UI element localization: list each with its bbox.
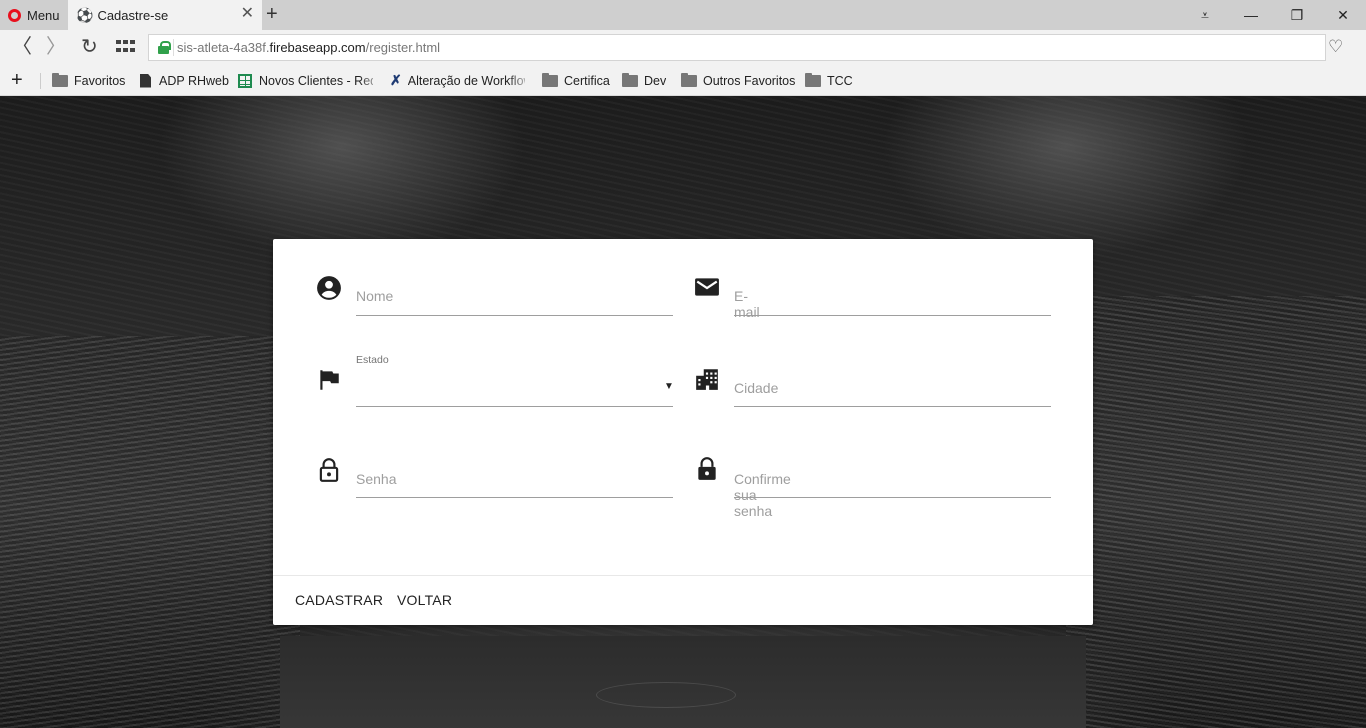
tab-close-icon[interactable]: ✕ (241, 6, 254, 22)
lock-icon (698, 457, 716, 480)
url-path: /register.html (365, 40, 441, 55)
estado-label: Estado (356, 354, 389, 366)
register-card: Nome E-mail Estado ▼ Cidade Senha Confir… (273, 239, 1093, 625)
add-bookmark-button[interactable]: + (11, 70, 23, 90)
secure-lock-icon (158, 41, 171, 54)
cidade-underline (734, 406, 1051, 407)
folder-icon (805, 72, 821, 87)
tab-bar: Menu ⚽ Cadastre-se ✕ + ⩡ — ❐ ✕ (0, 0, 1366, 30)
bookmark-label: TCC (827, 73, 853, 88)
folder-icon (622, 72, 638, 87)
address-bar: 〈 〉 ↻ sis-atleta-4a38f.firebaseapp.com/r… (0, 30, 1366, 66)
bookmark-heart-icon[interactable]: ♡ (1328, 38, 1343, 56)
menu-label: Menu (27, 7, 60, 23)
x-tool-icon: ✗ (390, 72, 402, 88)
nome-underline (356, 315, 673, 316)
close-window-button[interactable]: ✕ (1320, 0, 1366, 30)
url-field[interactable]: sis-atleta-4a38f.firebaseapp.com/registe… (148, 34, 1326, 61)
bookmark-label: ADP RHweb (159, 73, 229, 88)
bookmark-label: Alteração de Workflow (407, 73, 525, 88)
nome-placeholder: Nome (356, 288, 394, 304)
back-button[interactable]: 〈 (12, 37, 32, 57)
url-separator (173, 39, 174, 56)
forward-button[interactable]: 〉 (46, 37, 66, 57)
mail-icon (695, 278, 719, 296)
url-prefix: sis-atleta-4a38f. (177, 40, 270, 55)
senha-underline (356, 497, 673, 498)
account-circle-icon (317, 276, 341, 300)
minimize-button[interactable]: — (1228, 0, 1274, 30)
bookmark-label: Certifica (564, 73, 610, 88)
voltar-button[interactable]: VOLTAR (397, 592, 452, 608)
cadastrar-button[interactable]: CADASTRAR (295, 592, 383, 608)
stadium-stand-right (1066, 296, 1366, 728)
folder-icon (681, 72, 697, 87)
bookmark-tcc[interactable]: TCC (805, 66, 853, 95)
page-background: Nome E-mail Estado ▼ Cidade Senha Confir… (0, 96, 1366, 728)
confirmar-senha-placeholder: Confirme sua senha (734, 471, 791, 519)
opera-logo-icon (8, 8, 21, 22)
email-underline (734, 315, 1051, 316)
estado-underline (356, 406, 673, 407)
senha-placeholder: Senha (356, 471, 397, 487)
soccer-ball-icon: ⚽ (76, 7, 94, 23)
city-icon (696, 369, 718, 390)
tab-menu-icon[interactable]: ⩡ (1182, 0, 1228, 30)
lock-outline-icon (319, 458, 339, 482)
bookmark-adp-rhweb[interactable]: ADP RHweb (140, 66, 229, 95)
bookmarks-bar: + Favoritos ADP RHweb Novos Clientes - R… (0, 66, 1366, 96)
restore-button[interactable]: ❐ (1274, 0, 1320, 30)
tab-title: Cadastre-se (97, 7, 169, 23)
bookmark-favoritos[interactable]: Favoritos (52, 66, 125, 95)
cidade-placeholder: Cidade (734, 380, 779, 396)
speed-dial-icon[interactable] (116, 40, 135, 54)
bookmark-label: Favoritos (74, 73, 126, 88)
bookmark-label: Novos Clientes - Rede (259, 73, 373, 88)
bookmark-novos-clientes[interactable]: Novos Clientes - Rede (238, 66, 373, 95)
confirmar-senha-underline (734, 497, 1051, 498)
folder-icon (542, 72, 558, 87)
bookmark-outros-favoritos[interactable]: Outros Favoritos (681, 66, 795, 95)
tab-cadastre-se[interactable]: ⚽ Cadastre-se ✕ (68, 0, 262, 30)
new-tab-button[interactable]: + (266, 4, 278, 24)
chevron-down-icon[interactable]: ▼ (664, 381, 674, 392)
reload-button[interactable]: ↻ (81, 37, 98, 57)
bookmark-label: Dev (644, 73, 667, 88)
bookmarks-divider (40, 73, 41, 89)
url-text: sis-atleta-4a38f.firebaseapp.com/registe… (177, 40, 440, 55)
spreadsheet-icon (238, 73, 252, 88)
url-host: firebaseapp.com (269, 40, 366, 55)
flag-icon (320, 370, 339, 390)
stadium-stand-left (0, 336, 300, 728)
bookmark-certifica[interactable]: Certifica (542, 66, 610, 95)
bookmark-dev[interactable]: Dev (622, 66, 666, 95)
card-actions: CADASTRAR VOLTAR (273, 575, 1093, 625)
opera-menu-button[interactable]: Menu (0, 0, 68, 30)
bookmark-label: Outros Favoritos (703, 73, 796, 88)
pitch-center-circle (596, 682, 736, 708)
folder-icon (52, 72, 68, 87)
document-icon (140, 73, 151, 88)
bookmark-alteracao-workflow[interactable]: ✗ Alteração de Workflow (390, 66, 525, 95)
